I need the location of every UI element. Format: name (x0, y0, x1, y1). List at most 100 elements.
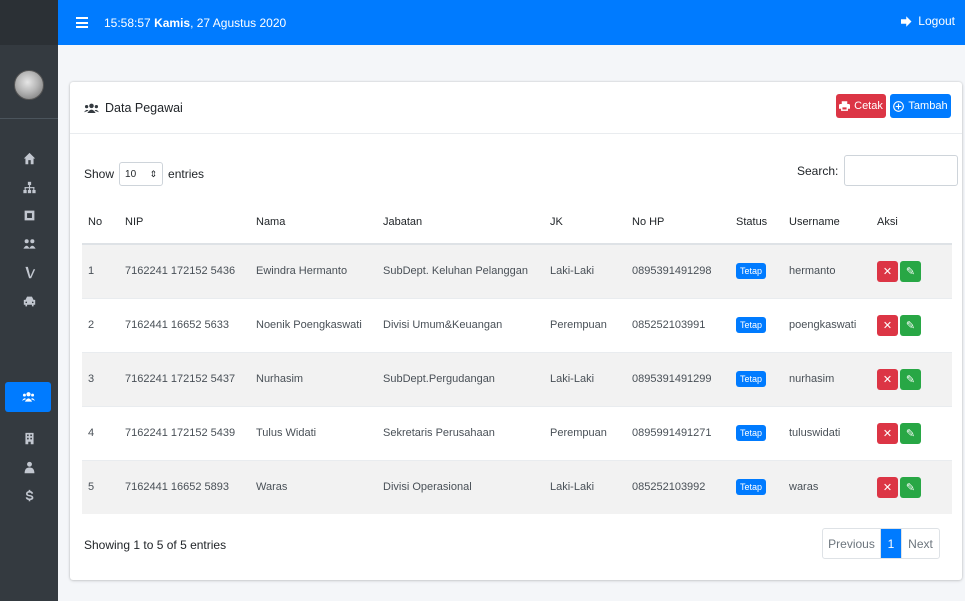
column-header[interactable]: No HP (626, 200, 730, 245)
cell-no: 5 (82, 459, 119, 514)
sidebar-item-dollar[interactable] (0, 480, 58, 510)
cell-status: Tetap (730, 297, 783, 352)
sidebar-item-car[interactable] (0, 286, 58, 316)
cell-jk: Perempuan (544, 297, 626, 352)
card-title: Data Pegawai (84, 101, 183, 115)
select-arrows-icon: ⇕ (149, 168, 158, 179)
cell-aksi: ✕ ✎ (871, 351, 952, 406)
cell-jk: Laki-Laki (544, 243, 626, 298)
sidebar-item-home[interactable] (0, 143, 58, 173)
edit-button[interactable]: ✎ (900, 476, 921, 498)
close-icon: ✕ (882, 265, 893, 278)
close-icon: ✕ (882, 481, 893, 494)
sidebar-item-pegawai[interactable] (5, 382, 51, 412)
avatar[interactable] (14, 70, 44, 100)
delete-button[interactable]: ✕ (877, 368, 898, 390)
plus-circle-icon (893, 100, 905, 112)
route-icon (24, 266, 35, 278)
user-tie-icon (24, 461, 34, 473)
cell-jk: Laki-Laki (544, 351, 626, 406)
column-header[interactable]: Nama (250, 200, 377, 245)
delete-button[interactable]: ✕ (877, 476, 898, 498)
tambah-label: Tambah (908, 100, 948, 112)
cetak-label: Cetak (854, 100, 883, 112)
edit-button[interactable]: ✎ (900, 422, 921, 444)
delete-button[interactable]: ✕ (877, 314, 898, 336)
column-header[interactable]: NIP (119, 200, 250, 245)
cell-username: nurhasim (783, 351, 871, 406)
pencil-icon: ✎ (905, 481, 916, 494)
search-control: Search: (797, 155, 959, 186)
edit-button[interactable]: ✎ (900, 260, 921, 282)
brand-area (0, 0, 58, 45)
table-header-row: No NIP Nama Jabatan JK No HP Status User… (82, 200, 952, 245)
cell-jabatan: Divisi Operasional (377, 459, 544, 514)
status-badge: Tetap (736, 371, 767, 387)
previous-page-button[interactable]: Previous (823, 529, 881, 558)
cetak-button[interactable]: Cetak (836, 94, 886, 118)
cell-hp: 0895391491298 (626, 243, 730, 298)
pencil-icon: ✎ (905, 265, 916, 278)
cell-hp: 0895391491299 (626, 351, 730, 406)
sidebar-item-user-tie[interactable] (0, 452, 58, 482)
tambah-button[interactable]: Tambah (890, 94, 951, 118)
status-badge: Tetap (736, 425, 767, 441)
print-icon (839, 101, 851, 111)
edit-button[interactable]: ✎ (900, 368, 921, 390)
sidebar-item-struktur[interactable] (0, 172, 58, 202)
cell-username: tuluswidati (783, 405, 871, 460)
table-info: Showing 1 to 5 of 5 entries (84, 538, 227, 552)
cell-status: Tetap (730, 243, 783, 298)
status-badge: Tetap (736, 479, 767, 496)
page-1-button[interactable]: 1 (881, 529, 901, 558)
search-input[interactable] (844, 155, 959, 186)
sidebar-divider (0, 118, 58, 119)
card-title-text: Data Pegawai (105, 101, 183, 115)
cell-nip: 7162241 172152 5437 (119, 351, 250, 406)
card-header: Data Pegawai Cetak Tambah (70, 82, 962, 134)
sidebar-item-users-group[interactable] (0, 229, 58, 259)
cell-nip: 7162241 172152 5439 (119, 405, 250, 460)
sidebar-item-building[interactable] (0, 423, 58, 453)
logout-button[interactable]: Logout (901, 14, 955, 28)
cell-no: 4 (82, 405, 119, 460)
cell-jabatan: Sekretaris Perusahaan (377, 405, 544, 460)
cell-jabatan: SubDept. Keluhan Pelanggan (377, 243, 544, 298)
pegawai-table: No NIP Nama Jabatan JK No HP Status User… (82, 200, 952, 514)
cell-nip: 7162441 16652 5633 (119, 297, 250, 352)
column-header[interactable]: No (82, 200, 119, 245)
cell-username: hermanto (783, 243, 871, 298)
clock: 15:58:57 Kamis, 27 Agustus 2020 (104, 16, 286, 30)
column-header[interactable]: Username (783, 200, 871, 245)
status-badge: Tetap (736, 263, 767, 280)
length-value: 10 (125, 168, 137, 180)
cell-nama: Waras (250, 459, 377, 514)
pencil-icon: ✎ (905, 319, 916, 332)
clock-day: Kamis (154, 15, 191, 30)
length-select[interactable]: 10 ⇕ (119, 162, 164, 186)
sidebar-item-route[interactable] (0, 257, 58, 287)
close-icon: ✕ (882, 373, 893, 386)
cell-status: Tetap (730, 405, 783, 460)
column-header[interactable]: Status (730, 200, 783, 245)
cell-username: poengkaswati (783, 297, 871, 352)
cell-hp: 085252103992 (626, 459, 730, 514)
topbar: 15:58:57 Kamis, 27 Agustus 2020 Logout (58, 0, 965, 45)
cell-hp: 0895991491271 (626, 405, 730, 460)
clock-time: 15:58:57 (104, 15, 151, 30)
pencil-icon: ✎ (905, 373, 916, 386)
cell-jk: Laki-Laki (544, 459, 626, 514)
users-icon (84, 103, 99, 113)
edit-button[interactable]: ✎ (900, 314, 921, 336)
column-header[interactable]: JK (544, 200, 626, 245)
users-group-icon (22, 238, 36, 249)
sitemap-icon (22, 181, 36, 193)
next-page-button[interactable]: Next (901, 529, 939, 558)
pagination: Previous 1 Next (822, 528, 940, 559)
sidebar-item-square[interactable] (0, 200, 58, 230)
column-header[interactable]: Jabatan (377, 200, 544, 245)
delete-button[interactable]: ✕ (877, 422, 898, 444)
delete-button[interactable]: ✕ (877, 260, 898, 282)
menu-toggle-icon[interactable] (76, 17, 88, 28)
cell-jabatan: Divisi Umum&Keuangan (377, 297, 544, 352)
